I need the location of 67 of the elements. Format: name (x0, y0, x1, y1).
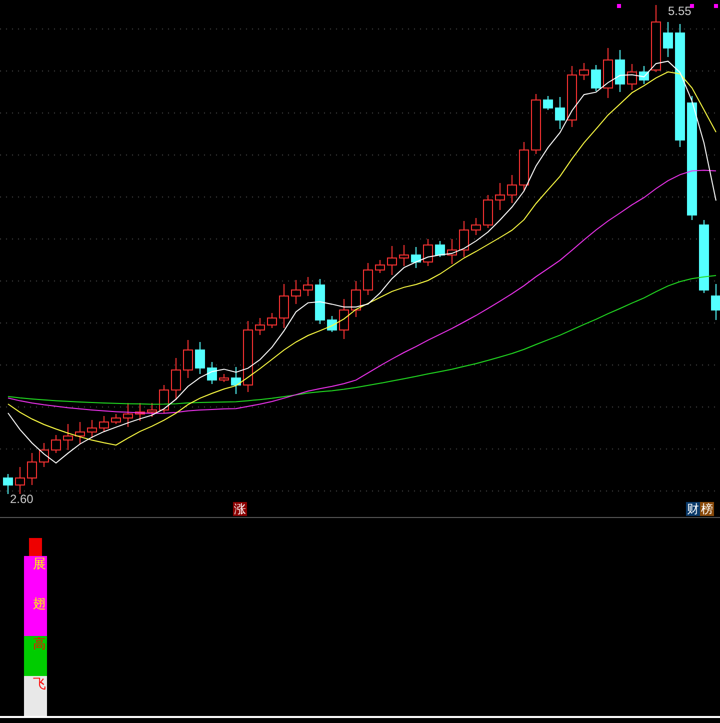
candle (135, 402, 145, 422)
candle (447, 238, 457, 264)
event-marker[interactable]: 榜 (700, 502, 714, 516)
candle (555, 96, 565, 130)
candle (507, 174, 517, 204)
candle (75, 422, 85, 444)
candle (603, 48, 613, 98)
candle (519, 142, 529, 192)
candle (435, 240, 445, 258)
candle (471, 218, 481, 236)
candle (663, 22, 673, 58)
candle (615, 50, 625, 92)
candle (207, 362, 217, 384)
candle (255, 318, 265, 336)
event-marker[interactable]: 财 (686, 502, 700, 516)
candle (495, 182, 505, 210)
high-price-label: 5.55 (668, 3, 692, 20)
candle (375, 260, 385, 274)
candle (711, 284, 720, 320)
candle (651, 4, 661, 72)
candle (63, 424, 73, 450)
candle (591, 64, 601, 92)
candle (411, 246, 421, 268)
candle (579, 62, 589, 80)
low-price-label: 2.60 (10, 491, 34, 508)
candle (267, 312, 277, 328)
candle (531, 94, 541, 154)
candle (351, 280, 361, 318)
candle (459, 220, 469, 258)
indicator-bar-tip (29, 538, 42, 556)
candle (483, 194, 493, 228)
candle (159, 384, 169, 414)
candle (291, 280, 301, 304)
candle (183, 340, 193, 378)
candle (387, 246, 397, 276)
candle (195, 342, 205, 374)
candle (3, 474, 13, 494)
candle (27, 452, 37, 486)
candle (399, 244, 409, 266)
candle (231, 366, 241, 394)
candle (39, 442, 49, 468)
indicator-bar-segment: 高 (24, 636, 47, 676)
candle (147, 402, 157, 418)
candle (543, 96, 553, 110)
candle (363, 262, 373, 296)
candle (51, 434, 61, 454)
candle (123, 402, 133, 428)
candle (627, 64, 637, 90)
candle (327, 316, 337, 332)
candle (87, 420, 97, 438)
indicator-bar-segment: 展 (24, 556, 47, 596)
candle (303, 276, 313, 296)
indicator-bar-segment: 翅 (24, 596, 47, 636)
candle (111, 414, 121, 424)
candle (639, 66, 649, 84)
indicator-bar-segment: 飞 (24, 676, 47, 716)
candle (339, 298, 349, 340)
candle (567, 66, 577, 128)
candle (171, 358, 181, 400)
candle (15, 466, 25, 494)
event-marker[interactable]: 涨 (233, 502, 247, 516)
candle (423, 238, 433, 266)
candle (219, 374, 229, 382)
candle (99, 416, 109, 432)
candle (315, 278, 325, 324)
candle (279, 284, 289, 328)
candle (243, 320, 253, 392)
